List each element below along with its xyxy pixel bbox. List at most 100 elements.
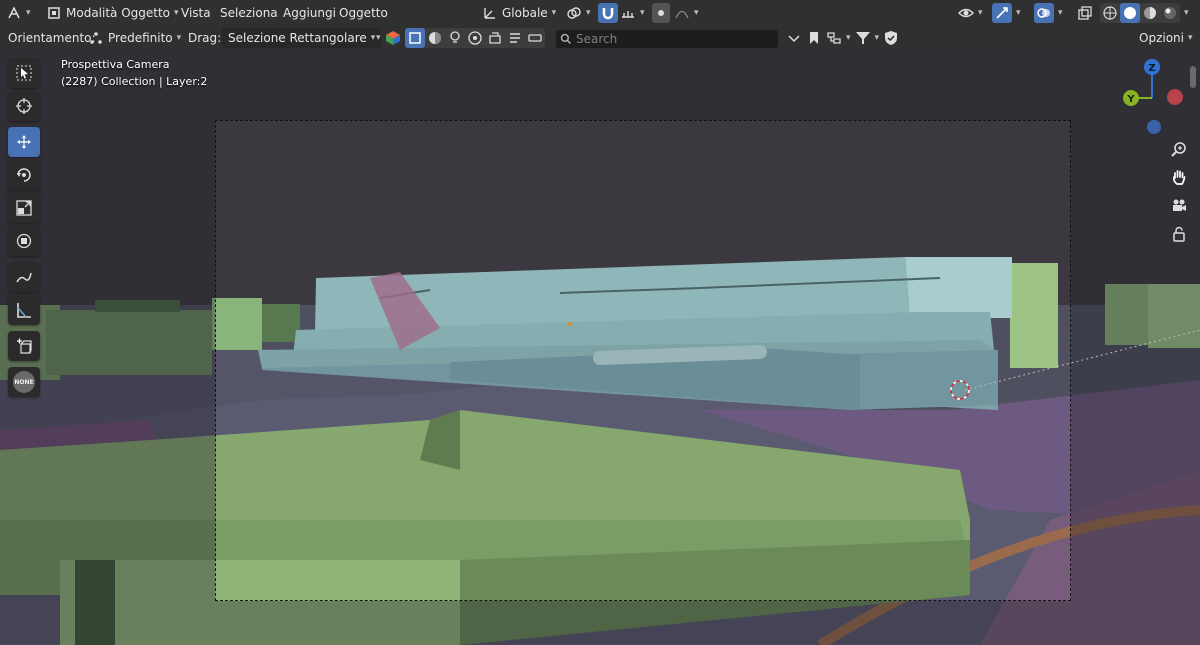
cursor-tool[interactable] (8, 91, 40, 121)
other-filter-icon[interactable] (505, 28, 525, 48)
rotate-tool[interactable] (8, 160, 40, 190)
bookmark-icon[interactable] (806, 30, 822, 46)
visibility-dropdown[interactable]: ▾ (958, 3, 983, 23)
axes-editor-icon (8, 6, 20, 19)
color-cube-icon[interactable] (385, 30, 401, 46)
scale-icon (16, 200, 32, 216)
filter-icon[interactable] (855, 30, 871, 46)
orientation-value-dropdown[interactable]: Predefinito ▾ (88, 28, 181, 48)
options-label: Opzioni (1139, 31, 1184, 45)
xray-toggle[interactable] (1077, 3, 1093, 23)
crosshair-icon (16, 98, 32, 114)
xray-icon (1078, 6, 1092, 20)
mode-dropdown[interactable]: Modalità Oggetto ▾ (46, 3, 179, 23)
chevron-down-icon: ▾ (26, 8, 31, 18)
add-cube-tool[interactable] (8, 331, 40, 361)
menu-label: Vista (181, 6, 211, 20)
navigation-gizmo[interactable]: Z Y (1112, 55, 1192, 140)
menu-vista[interactable]: Vista (181, 3, 211, 23)
measure-tool[interactable] (8, 295, 40, 325)
snap-toggle[interactable] (598, 3, 618, 23)
chevron-down-icon[interactable]: ▾ (875, 33, 880, 43)
gizmo-icon (992, 3, 1012, 23)
drag-setting: Drag: (188, 28, 221, 48)
mode-label: Modalità Oggetto (66, 6, 171, 20)
light-filter-icon[interactable] (445, 28, 465, 48)
menu-label: Seleziona (220, 6, 278, 20)
z-axis-label: Z (1148, 63, 1155, 74)
scrollbar[interactable] (1190, 66, 1196, 88)
zoom-button[interactable] (1168, 138, 1190, 160)
orientation-value: Predefinito (108, 31, 173, 45)
transform-tool[interactable] (8, 226, 40, 256)
shield-icon[interactable] (883, 30, 899, 46)
empty-filter-icon[interactable] (485, 28, 505, 48)
pencil-icon (16, 272, 32, 283)
collection-info: (2287) Collection | Layer:2 (61, 75, 208, 88)
material-shading-icon[interactable] (1140, 3, 1160, 23)
transform-orientation-dropdown[interactable]: Globale ▾ (482, 3, 556, 23)
y-axis-label: Y (1126, 94, 1135, 105)
mesh-filter-icon[interactable] (425, 28, 445, 48)
armature-filter-icon[interactable] (525, 28, 545, 48)
snap-target-dropdown[interactable]: ▾ (620, 3, 645, 23)
camera-view-button[interactable] (1168, 195, 1190, 217)
overlays-toggle[interactable]: ▾ (1034, 3, 1063, 23)
orientation-icon (484, 8, 495, 19)
chevron-down-icon[interactable]: ▾ (846, 33, 851, 43)
drag-value: Selezione Rettangolare (228, 31, 367, 45)
camera-frame (215, 120, 1071, 601)
pivot-point-dropdown[interactable]: ▾ (566, 3, 591, 23)
hand-icon (1172, 170, 1186, 185)
neg-z-axis-icon (1147, 120, 1161, 134)
object-filter-icon[interactable] (404, 28, 425, 48)
menu-oggetto[interactable]: Oggetto (339, 3, 388, 23)
3d-viewport[interactable] (0, 50, 1200, 645)
move-tool[interactable] (8, 127, 40, 157)
grease-pencil-tool[interactable]: NONE (8, 367, 40, 397)
drag-dropdown[interactable]: Selezione Rettangolare ▾ (222, 28, 382, 48)
lock-view-button[interactable] (1168, 223, 1190, 245)
chevron-down-icon: ▾ (370, 33, 376, 43)
collapse-icon[interactable] (786, 30, 802, 46)
solid-shading-icon[interactable] (1120, 3, 1140, 23)
scale-tool[interactable] (8, 193, 40, 223)
menu-label: Aggiungi (283, 6, 336, 20)
menu-aggiungi[interactable]: Aggiungi (283, 3, 336, 23)
falloff-icon[interactable] (674, 5, 690, 21)
pan-button[interactable] (1168, 166, 1190, 188)
chevron-down-icon: ▾ (640, 8, 645, 18)
chevron-down-icon: ▾ (1187, 33, 1193, 43)
proportional-edit-toggle[interactable]: ▾ (652, 3, 699, 23)
orientation-label: Globale (502, 6, 548, 20)
chevron-down-icon[interactable]: ▾ (1184, 8, 1189, 18)
camera-filter-icon[interactable] (465, 28, 485, 48)
none-badge-icon: NONE (13, 371, 35, 393)
hierarchy-icon[interactable] (826, 30, 842, 46)
gizmo-toggle[interactable]: ▾ (992, 3, 1021, 23)
chevron-down-icon[interactable]: ▾ (376, 33, 381, 43)
select-box-tool[interactable] (8, 58, 40, 88)
menu-seleziona[interactable]: Seleziona (220, 3, 278, 23)
transform-axes-icon (90, 32, 102, 44)
shading-modes: ▾ (1100, 3, 1189, 23)
move-arrows-icon (17, 135, 31, 149)
annotate-tool[interactable] (8, 262, 40, 292)
chevron-down-icon: ▾ (551, 8, 557, 18)
search-field[interactable]: Search (556, 29, 778, 49)
menu-label: Oggetto (339, 6, 388, 20)
magnet-icon (598, 3, 618, 23)
rendered-shading-icon[interactable] (1160, 3, 1180, 23)
wireframe-shading-icon[interactable] (1100, 3, 1120, 23)
ruler-icon (17, 303, 31, 318)
editor-type-button[interactable]: ▾ (6, 3, 31, 23)
drag-value-box: Selezione Rettangolare ▾ (222, 28, 382, 48)
overlay-icon (1034, 3, 1054, 23)
annotate-badge: NONE (14, 378, 34, 386)
options-dropdown[interactable]: Opzioni ▾ (1133, 28, 1199, 48)
add-cube-icon (17, 338, 32, 354)
tool-settings-bar: Orientamento: Predefinito ▾ Drag: Selezi… (0, 26, 1200, 50)
chevron-down-icon: ▾ (176, 33, 182, 43)
chevron-down-icon: ▾ (694, 8, 699, 18)
object-mode-icon (48, 7, 60, 19)
